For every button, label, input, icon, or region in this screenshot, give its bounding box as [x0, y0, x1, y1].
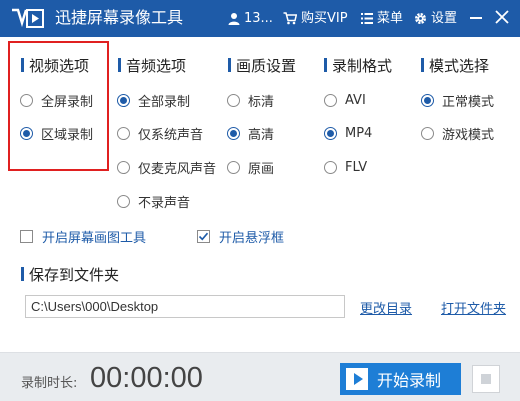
settings-label: 设置 — [431, 11, 458, 26]
radio-game-mode[interactable]: 游戏模式 — [421, 124, 495, 143]
app-title: 迅捷屏幕录像工具 — [55, 8, 184, 27]
radio-high-quality[interactable]: 高清 — [227, 124, 275, 143]
option-label: 全部录制 — [138, 94, 191, 110]
option-label: 游戏模式 — [442, 127, 495, 143]
radio-circle[interactable] — [117, 126, 130, 140]
checkbox-box[interactable] — [20, 229, 33, 243]
radio-circle[interactable] — [421, 126, 434, 140]
logo-icon — [12, 8, 44, 28]
radio-circle[interactable] — [324, 126, 337, 140]
radio-normal-mode[interactable]: 正常模式 — [421, 91, 495, 110]
option-label: AVI — [345, 92, 366, 108]
option-label: 原画 — [248, 161, 275, 177]
radio-circle[interactable] — [324, 160, 337, 174]
checkbox-drawing-tool[interactable]: 开启屏幕画图工具 — [20, 227, 146, 246]
title-bar: 迅捷屏幕录像工具 13... 购买VIP 菜单 设置 — [0, 0, 520, 37]
radio-mic-audio-only[interactable]: 仅麦克风声音 — [117, 158, 217, 177]
settings-button[interactable]: 设置 — [414, 10, 457, 27]
start-record-button[interactable]: 开始录制 — [340, 363, 461, 395]
record-format-title: 录制格式 — [332, 56, 393, 75]
open-folder-link[interactable]: 打开文件夹 — [441, 298, 506, 317]
option-label: 标清 — [248, 94, 275, 110]
option-label: MP4 — [345, 125, 373, 141]
duration-value: 00:00:00 — [90, 362, 203, 394]
option-label: 不录声音 — [138, 195, 191, 211]
quality-settings-title: 画质设置 — [236, 56, 297, 75]
radio-original-quality[interactable]: 原画 — [227, 158, 275, 177]
radio-circle[interactable] — [117, 194, 130, 208]
radio-standard-quality[interactable]: 标清 — [227, 91, 275, 110]
radio-no-audio[interactable]: 不录声音 — [117, 192, 191, 211]
record-format-header: 录制格式 — [324, 55, 392, 75]
menu-icon — [361, 13, 373, 24]
cart-icon — [283, 12, 297, 25]
save-folder-title: 保存到文件夹 — [29, 265, 120, 284]
save-folder-header: 保存到文件夹 — [21, 264, 119, 284]
user-icon — [228, 13, 240, 25]
radio-circle[interactable] — [117, 160, 130, 174]
minimize-icon[interactable] — [470, 17, 482, 19]
section-marker — [324, 58, 327, 72]
section-marker — [228, 58, 231, 72]
buy-vip-button[interactable]: 购买VIP — [283, 10, 348, 27]
section-marker — [118, 58, 121, 72]
gear-icon — [415, 13, 426, 24]
option-label: 仅系统声音 — [138, 127, 204, 143]
radio-format-avi[interactable]: AVI — [324, 91, 366, 109]
menu-button[interactable]: 菜单 — [361, 10, 403, 27]
user-name: 13... — [244, 11, 273, 26]
start-record-label: 开始录制 — [377, 371, 442, 390]
option-label: FLV — [345, 159, 368, 175]
menu-label: 菜单 — [377, 11, 404, 26]
radio-circle[interactable] — [324, 93, 337, 107]
option-label: 仅麦克风声音 — [138, 161, 217, 177]
radio-circle[interactable] — [117, 93, 130, 107]
radio-circle[interactable] — [421, 93, 434, 107]
radio-circle[interactable] — [227, 93, 240, 107]
section-marker — [21, 267, 24, 281]
option-label: 高清 — [248, 127, 275, 143]
close-icon[interactable] — [495, 10, 509, 24]
checkbox-floating-frame[interactable]: 开启悬浮框 — [197, 227, 284, 246]
checkbox-label[interactable]: 开启悬浮框 — [219, 227, 284, 246]
audio-options-header: 音频选项 — [118, 55, 186, 75]
save-path-input[interactable] — [25, 295, 345, 318]
radio-record-all-audio[interactable]: 全部录制 — [117, 91, 191, 110]
option-label: 正常模式 — [442, 94, 495, 110]
checkbox-box[interactable] — [197, 229, 210, 243]
radio-format-flv[interactable]: FLV — [324, 158, 367, 176]
radio-system-audio-only[interactable]: 仅系统声音 — [117, 124, 204, 143]
user-account-button[interactable]: 13... — [228, 10, 273, 27]
highlight-frame — [8, 41, 109, 171]
checkbox-label[interactable]: 开启屏幕画图工具 — [42, 227, 146, 246]
bottom-bar: 录制时长: 00:00:00 开始录制 — [0, 352, 520, 401]
change-directory-link[interactable]: 更改目录 — [360, 298, 412, 317]
section-marker — [421, 58, 424, 72]
buy-vip-label: 购买VIP — [301, 11, 348, 26]
checkmark-icon — [198, 232, 209, 240]
mode-select-header: 模式选择 — [421, 55, 489, 75]
quality-settings-header: 画质设置 — [228, 55, 296, 75]
radio-format-mp4[interactable]: MP4 — [324, 124, 372, 142]
radio-circle[interactable] — [227, 126, 240, 140]
duration-label: 录制时长: — [21, 376, 78, 391]
play-icon — [346, 368, 368, 390]
mode-select-title: 模式选择 — [429, 56, 490, 75]
radio-circle[interactable] — [227, 160, 240, 174]
stop-record-button[interactable] — [472, 365, 500, 393]
audio-options-title: 音频选项 — [126, 56, 187, 75]
